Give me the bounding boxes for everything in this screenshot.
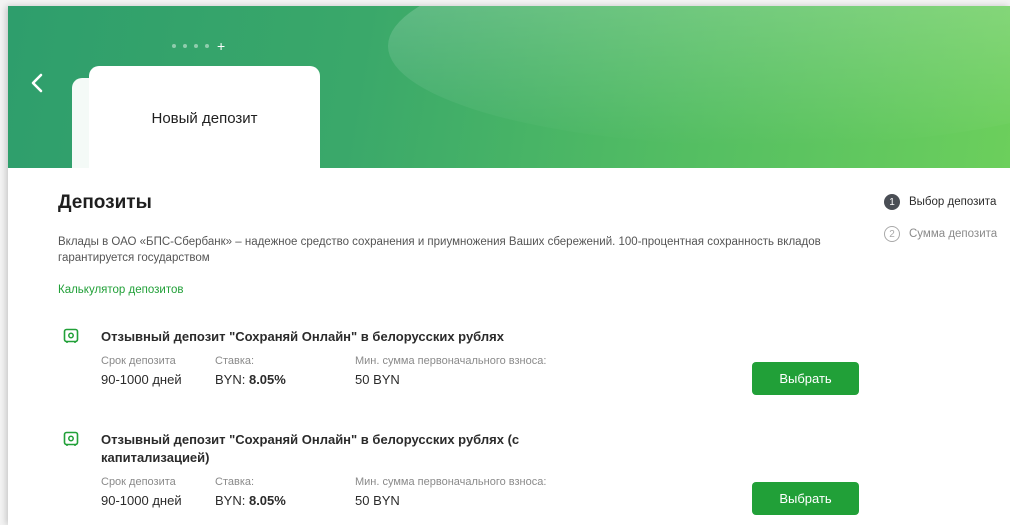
term-value: 90-1000 дней (101, 493, 182, 508)
term-label: Срок депозита (101, 476, 176, 488)
rate-currency: BYN: (215, 372, 246, 387)
page-title: Депозиты (58, 192, 152, 213)
tab-indicator: + (172, 39, 225, 53)
app-window: + Новый депозит Депозиты Вклады в ОАО «Б… (8, 6, 1010, 525)
tab-dot[interactable] (172, 44, 176, 48)
deposit-item: Отзывный депозит "Сохраняй Онлайн" в бел… (58, 429, 878, 519)
rate-percent: 8.05% (248, 372, 286, 387)
step-number: 2 (884, 226, 900, 242)
back-button[interactable] (22, 68, 52, 98)
calculator-link[interactable]: Калькулятор депозитов (58, 284, 183, 296)
choose-button[interactable]: Выбрать (752, 482, 859, 515)
tab-dot[interactable] (205, 44, 209, 48)
rate-label: Ставка: (215, 355, 255, 367)
page-description: Вклады в ОАО «БПС-Сбербанк» – надежное с… (58, 236, 821, 264)
min-amount-label: Мин. сумма первоначального взноса: (355, 355, 547, 367)
header-banner: + Новый депозит (8, 6, 1010, 168)
min-amount-value: 50 BYN (355, 493, 400, 508)
deposit-title: Отзывный депозит "Сохраняй Онлайн" в бел… (101, 329, 504, 344)
step-label: Выбор депозита (909, 196, 997, 208)
card-title: Новый депозит (151, 110, 258, 127)
chevron-left-icon (31, 73, 43, 93)
step-select-deposit[interactable]: 1 Выбор депозита (884, 194, 996, 210)
step-label: Сумма депозита (909, 228, 998, 240)
rate-currency: BYN: (215, 493, 246, 508)
rate-value: BYN: 8.05% (215, 493, 286, 508)
deposit-title: Отзывный депозит "Сохраняй Онлайн" в бел… (101, 432, 520, 465)
tab-dot[interactable] (183, 44, 187, 48)
safe-icon (63, 328, 79, 343)
rate-percent: 8.05% (248, 493, 286, 508)
active-card[interactable]: Новый депозит (89, 66, 320, 168)
min-amount-value: 50 BYN (355, 372, 400, 387)
tab-dot[interactable] (194, 44, 198, 48)
plus-icon[interactable]: + (217, 39, 225, 53)
deposit-item: Отзывный депозит "Сохраняй Онлайн" в бел… (58, 326, 878, 406)
step-deposit-amount[interactable]: 2 Сумма депозита (884, 226, 997, 242)
safe-icon (63, 431, 79, 446)
rate-value: BYN: 8.05% (215, 372, 286, 387)
rate-label: Ставка: (215, 476, 255, 488)
choose-button[interactable]: Выбрать (752, 362, 859, 395)
term-label: Срок депозита (101, 355, 176, 367)
step-number: 1 (884, 194, 900, 210)
term-value: 90-1000 дней (101, 372, 182, 387)
min-amount-label: Мин. сумма первоначального взноса: (355, 476, 547, 488)
